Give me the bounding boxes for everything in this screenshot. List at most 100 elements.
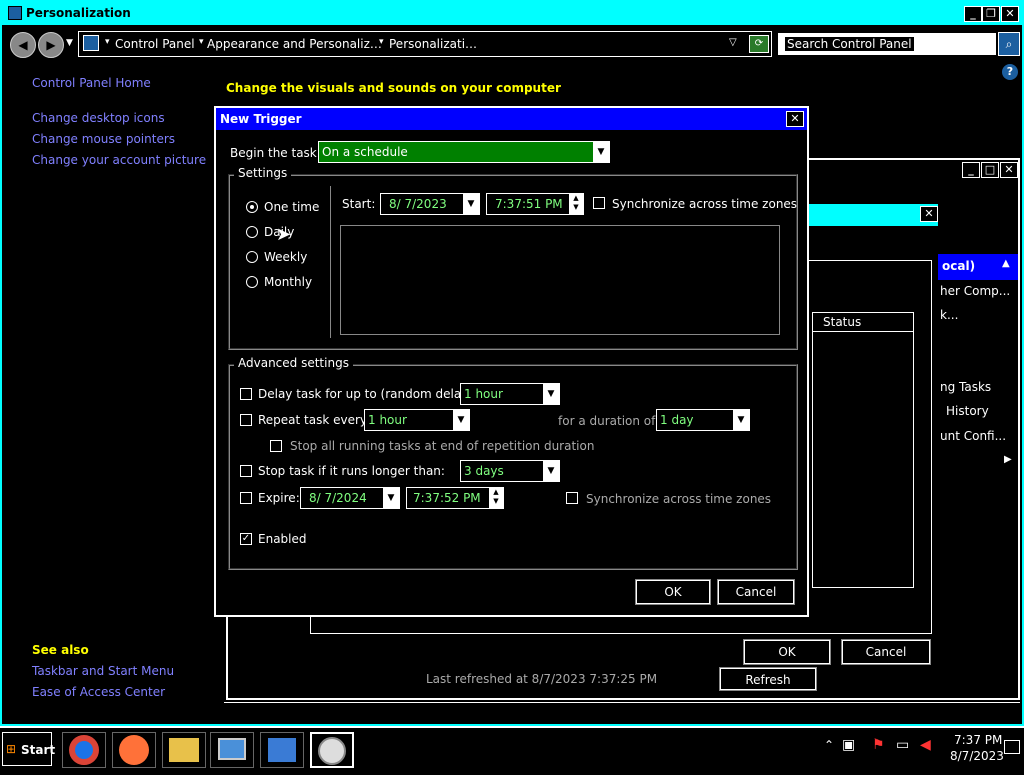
radio-monthly-label[interactable]: Monthly: [264, 275, 312, 289]
spinner-icon[interactable]: ▲ ▼: [489, 488, 503, 508]
duration-label: for a duration of:: [558, 414, 659, 428]
stop-task-select[interactable]: 3 days ▼: [460, 460, 560, 482]
change-mouse-pointers-link[interactable]: Change mouse pointers: [32, 132, 175, 146]
search-icon[interactable]: ⌕: [998, 32, 1020, 56]
action-item[interactable]: her Comp...: [940, 284, 1010, 298]
breadcrumb-chevron-icon[interactable]: ▾: [379, 37, 384, 47]
inner-close-button[interactable]: ✕: [920, 206, 938, 222]
sync-time-zones-label[interactable]: Synchronize across time zones: [612, 197, 797, 211]
change-account-picture-link[interactable]: Change your account picture: [32, 153, 206, 167]
ok-button[interactable]: OK: [635, 579, 711, 605]
clock-time[interactable]: 7:37 PM: [954, 733, 1002, 747]
firefox-icon[interactable]: [112, 732, 156, 768]
duration-select[interactable]: 1 day ▼: [656, 409, 750, 431]
delay-select[interactable]: 1 hour ▼: [460, 383, 560, 405]
restore-button[interactable]: ❐: [982, 6, 1000, 22]
expire-label[interactable]: Expire:: [258, 491, 300, 505]
clock-date[interactable]: 8/7/2023: [950, 749, 1004, 763]
expire-checkbox[interactable]: [240, 492, 252, 504]
close-icon[interactable]: ✕: [786, 111, 804, 127]
expire-sync-label[interactable]: Synchronize across time zones: [586, 492, 771, 506]
chrome-icon[interactable]: [62, 732, 106, 768]
radio-weekly[interactable]: [246, 251, 258, 263]
start-time-picker[interactable]: 7:37:51 PM ▲ ▼: [486, 193, 584, 215]
expire-sync-checkbox[interactable]: [566, 492, 578, 504]
refresh-button[interactable]: Refresh: [719, 667, 817, 691]
cancel-button[interactable]: Cancel: [841, 639, 931, 665]
expand-arrow-icon[interactable]: ▶: [1004, 454, 1012, 465]
action-item[interactable]: ng Tasks: [940, 380, 991, 394]
refresh-icon[interactable]: ⟳: [749, 35, 769, 53]
radio-monthly[interactable]: [246, 276, 258, 288]
expire-time-picker[interactable]: 7:37:52 PM ▲ ▼: [406, 487, 504, 509]
window-titlebar: Personalization _ ❐ ✕: [2, 2, 1022, 26]
breadcrumb-control-panel[interactable]: Control Panel: [115, 37, 195, 51]
control-panel-home-link[interactable]: Control Panel Home: [32, 76, 151, 90]
address-dropdown-icon[interactable]: ▽: [729, 37, 737, 48]
action-item[interactable]: History: [946, 404, 989, 418]
start-date-picker[interactable]: 8/ 7/2023 ▼: [380, 193, 480, 215]
change-desktop-icons-link[interactable]: Change desktop icons: [32, 111, 165, 125]
start-button[interactable]: ⊞ Start: [2, 732, 55, 766]
file-explorer-icon[interactable]: [162, 732, 206, 768]
stop-task-label[interactable]: Stop task if it runs longer than:: [258, 464, 445, 478]
chevron-down-icon: ▼: [463, 194, 479, 214]
status-column-header[interactable]: Status: [812, 312, 914, 332]
breadcrumb-personalization[interactable]: Personalizati…: [389, 37, 477, 51]
minimize-button[interactable]: _: [964, 6, 982, 22]
status-column: [812, 332, 914, 588]
task-scheduler-icon[interactable]: [310, 732, 354, 768]
enabled-checkbox[interactable]: ✓: [240, 533, 252, 545]
radio-daily[interactable]: [246, 226, 258, 238]
repeat-task-label[interactable]: Repeat task every:: [258, 413, 370, 427]
address-bar[interactable]: ▾ Control Panel ▾ Appearance and Persona…: [78, 31, 772, 57]
stop-task-checkbox[interactable]: [240, 465, 252, 477]
action-item[interactable]: unt Confi...: [940, 429, 1006, 443]
repeat-task-checkbox[interactable]: [240, 414, 252, 426]
recent-pages-chevron-icon[interactable]: ▼: [66, 38, 73, 48]
back-arrow-icon[interactable]: ◀: [10, 32, 36, 58]
repeat-select[interactable]: 1 hour ▼: [364, 409, 470, 431]
search-placeholder: Search Control Panel: [785, 37, 914, 51]
breadcrumb-chevron-icon[interactable]: ▾: [199, 37, 204, 47]
volume-muted-icon[interactable]: ◀: [920, 737, 931, 753]
chevron-down-icon: ▼: [733, 410, 749, 430]
stop-running-tasks-label[interactable]: Stop all running tasks at end of repetit…: [290, 439, 594, 453]
collapse-arrow-icon[interactable]: ▲: [1002, 258, 1010, 269]
radio-weekly-label[interactable]: Weekly: [264, 250, 307, 264]
action-center-icon[interactable]: ⚑: [872, 737, 885, 753]
breadcrumb-appearance[interactable]: Appearance and Personaliz…: [207, 37, 382, 51]
show-desktop-icon[interactable]: [1004, 740, 1020, 754]
ok-button[interactable]: OK: [743, 639, 831, 665]
taskbar-start-menu-link[interactable]: Taskbar and Start Menu: [32, 664, 174, 678]
cancel-button[interactable]: Cancel: [717, 579, 795, 605]
control-panel-taskbar-icon[interactable]: [260, 732, 304, 768]
stop-running-tasks-checkbox[interactable]: [270, 440, 282, 452]
delay-task-checkbox[interactable]: [240, 388, 252, 400]
begin-task-select[interactable]: On a schedule ▼: [318, 141, 610, 163]
close-button[interactable]: ✕: [1000, 162, 1018, 178]
radio-one-time[interactable]: [246, 201, 258, 213]
computer-icon[interactable]: [210, 732, 254, 768]
show-hidden-icons-icon[interactable]: ⌃: [824, 738, 834, 752]
breadcrumb-chevron-icon[interactable]: ▾: [105, 37, 110, 47]
close-button[interactable]: ✕: [1001, 6, 1019, 22]
sync-time-zones-checkbox[interactable]: [593, 197, 605, 209]
mouse-cursor-icon: ➤: [276, 224, 292, 245]
enabled-label[interactable]: Enabled: [258, 532, 307, 546]
spinner-icon[interactable]: ▲ ▼: [569, 194, 583, 214]
advanced-settings-legend: Advanced settings: [234, 356, 353, 370]
radio-one-time-label[interactable]: One time: [264, 200, 319, 214]
delay-task-label[interactable]: Delay task for up to (random delay):: [258, 387, 477, 401]
network-icon[interactable]: ▣: [842, 737, 855, 753]
action-item[interactable]: k...: [940, 308, 958, 322]
ease-of-access-link[interactable]: Ease of Access Center: [32, 685, 165, 699]
minimize-button[interactable]: _: [962, 162, 980, 178]
search-input[interactable]: Search Control Panel: [778, 33, 996, 55]
display-icon[interactable]: ▭: [896, 737, 909, 753]
expire-date-picker[interactable]: 8/ 7/2024 ▼: [300, 487, 400, 509]
forward-arrow-icon[interactable]: ▶: [38, 32, 64, 58]
maximize-button[interactable]: □: [981, 162, 999, 178]
status-bar: [224, 702, 1020, 722]
help-icon[interactable]: ?: [1002, 64, 1018, 80]
